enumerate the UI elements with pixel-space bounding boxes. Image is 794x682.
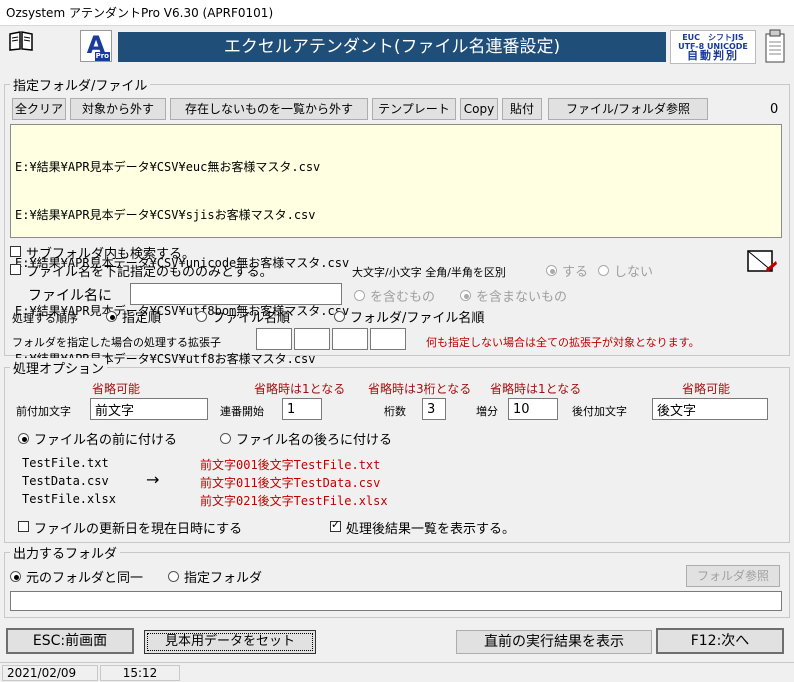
contains-radio[interactable] xyxy=(354,290,365,301)
show-last-result-button[interactable]: 直前の実行結果を表示 xyxy=(456,630,652,654)
screen-title-banner: エクセルアテンダント(ファイル名連番設定) xyxy=(118,32,666,62)
example-result-3: 前文字021後文字TestFile.xlsx xyxy=(200,494,388,508)
same-folder-label: 元のフォルダと同一 xyxy=(26,571,144,586)
filename-filter-input[interactable] xyxy=(130,283,342,305)
example-result-2: 前文字011後文字TestData.csv xyxy=(200,476,381,490)
case-no-radio[interactable] xyxy=(598,265,609,276)
order-filename-label: ファイル名順 xyxy=(212,311,291,326)
extension-input-4[interactable] xyxy=(370,328,406,350)
extension-input-2[interactable] xyxy=(294,328,330,350)
order-specified-label: 指定順 xyxy=(122,311,162,326)
logo-sub: Pro xyxy=(94,52,110,61)
increment-input[interactable] xyxy=(508,398,558,420)
specified-folder-radio[interactable] xyxy=(168,571,179,582)
filename-filter-checkbox[interactable] xyxy=(10,264,21,275)
specified-folder-label: 指定フォルダ xyxy=(184,571,263,586)
order-folder-file-radio[interactable] xyxy=(334,311,345,322)
example-source-2: TestData.csv xyxy=(22,474,109,488)
status-date: 2021/02/09 xyxy=(2,665,98,681)
list-item[interactable]: E:¥結果¥APR見本データ¥CSV¥euc無お客様マスタ.csv xyxy=(15,159,777,175)
case-yes-label: する xyxy=(562,265,589,280)
case-no-label: しない xyxy=(614,265,654,280)
set-sample-data-button[interactable]: 見本用データをセット xyxy=(144,630,316,654)
not-contains-label: を含まないもの xyxy=(476,290,568,305)
remove-missing-button[interactable]: 存在しないものを一覧から外す xyxy=(170,98,368,120)
extension-note: 何も指定しない場合は全ての拡張子が対象となります。 xyxy=(426,336,700,349)
increment-default-note: 省略時は1となる xyxy=(490,382,582,396)
copy-button[interactable]: Copy xyxy=(460,98,498,120)
suffix-label: 後付加文字 xyxy=(572,405,627,418)
extension-label: フォルダを指定した場合の処理する拡張子 xyxy=(12,336,221,349)
increment-label: 増分 xyxy=(476,405,498,418)
processing-options-legend: 処理オプション xyxy=(10,358,108,377)
encoding-line3: 自動判別 xyxy=(687,49,739,62)
file-folder-browse-button[interactable]: ファイル/フォルダ参照 xyxy=(548,98,708,120)
suffix-optional-note: 省略可能 xyxy=(682,382,731,396)
after-filename-radio[interactable] xyxy=(220,433,231,444)
case-yes-radio[interactable] xyxy=(546,265,557,276)
show-result-label: 処理後結果一覧を表示する。 xyxy=(346,522,516,537)
prefix-optional-note: 省略可能 xyxy=(92,382,141,396)
subfolder-label: サブフォルダ内も検索する。 xyxy=(26,247,196,262)
file-count: 0 xyxy=(770,102,779,117)
show-result-checkbox[interactable] xyxy=(330,518,341,532)
output-folder-browse-button[interactable]: フォルダ参照 xyxy=(686,565,780,587)
example-result-1: 前文字001後文字TestFile.txt xyxy=(200,458,381,472)
encoding-line1: EUC シフトJIS xyxy=(682,33,744,42)
clipboard-icon[interactable] xyxy=(762,28,788,66)
order-filename-radio[interactable] xyxy=(196,311,207,322)
before-filename-label: ファイル名の前に付ける xyxy=(34,433,178,448)
digits-label: 桁数 xyxy=(384,405,406,418)
not-contains-radio[interactable] xyxy=(460,290,471,301)
update-date-label: ファイルの更新日を現在日時にする xyxy=(34,522,243,537)
extension-input-1[interactable] xyxy=(256,328,292,350)
status-time: 15:12 xyxy=(100,665,180,681)
before-filename-radio[interactable] xyxy=(18,433,29,444)
example-source-1: TestFile.txt xyxy=(22,456,109,470)
window-title: Ozsystem アテンダントPro V6.30 (APRF0101) xyxy=(0,0,794,26)
start-number-label: 連番開始 xyxy=(220,405,264,418)
update-date-checkbox[interactable] xyxy=(18,521,29,532)
order-label: 処理する順序 xyxy=(12,312,78,325)
prefix-input[interactable] xyxy=(90,398,208,420)
order-specified-radio[interactable] xyxy=(106,311,117,322)
list-item[interactable]: E:¥結果¥APR見本データ¥CSV¥sjisお客様マスタ.csv xyxy=(15,207,777,223)
remove-from-target-button[interactable]: 対象から外す xyxy=(70,98,166,120)
order-folder-file-label: フォルダ/ファイル名順 xyxy=(350,311,485,326)
prefix-label: 前付加文字 xyxy=(16,405,71,418)
extension-input-3[interactable] xyxy=(332,328,368,350)
subfolder-checkbox[interactable] xyxy=(10,246,21,257)
output-folder-input[interactable] xyxy=(10,591,782,611)
clear-all-button[interactable]: 全クリア xyxy=(12,98,66,120)
example-source-3: TestFile.xlsx xyxy=(22,492,116,506)
encoding-detect-badge: EUC シフトJIS UTF-8 UNICODE 自動判別 xyxy=(670,30,756,64)
book-icon[interactable] xyxy=(8,30,34,52)
template-button[interactable]: テンプレート xyxy=(372,98,456,120)
status-bar: 2021/02/09 15:12 xyxy=(0,662,794,682)
digits-input[interactable] xyxy=(422,398,446,420)
folder-file-legend: 指定フォルダ/ファイル xyxy=(10,75,151,94)
contains-label: を含むもの xyxy=(370,290,436,305)
start-number-input[interactable] xyxy=(282,398,322,420)
paste-button[interactable]: 貼付 xyxy=(502,98,542,120)
same-folder-radio[interactable] xyxy=(10,571,21,582)
filename-match-label: ファイル名に xyxy=(28,288,112,304)
edit-list-icon[interactable] xyxy=(746,247,778,275)
after-filename-label: ファイル名の後ろに付ける xyxy=(236,433,393,448)
app-logo: A Pro xyxy=(80,30,112,62)
list-item[interactable]: E:¥結果¥APR見本データ¥CSV¥utf8お客様マスタ.csv xyxy=(15,351,777,367)
f12-next-button[interactable]: F12:次へ xyxy=(656,628,784,654)
file-list[interactable]: E:¥結果¥APR見本データ¥CSV¥euc無お客様マスタ.csv E:¥結果¥… xyxy=(10,124,782,366)
esc-back-button[interactable]: ESC:前画面 xyxy=(6,628,134,654)
suffix-input[interactable] xyxy=(652,398,768,420)
example-arrow: → xyxy=(146,470,160,489)
output-folder-legend: 出力するフォルダ xyxy=(10,543,121,562)
start-default-note: 省略時は1となる xyxy=(254,382,346,396)
case-sensitive-label: 大文字/小文字 全角/半角を区別 xyxy=(352,266,506,279)
filename-filter-label: ファイル名を下記指定のもののみとする。 xyxy=(26,265,273,280)
digits-default-note: 省略時は3桁となる xyxy=(368,382,472,396)
